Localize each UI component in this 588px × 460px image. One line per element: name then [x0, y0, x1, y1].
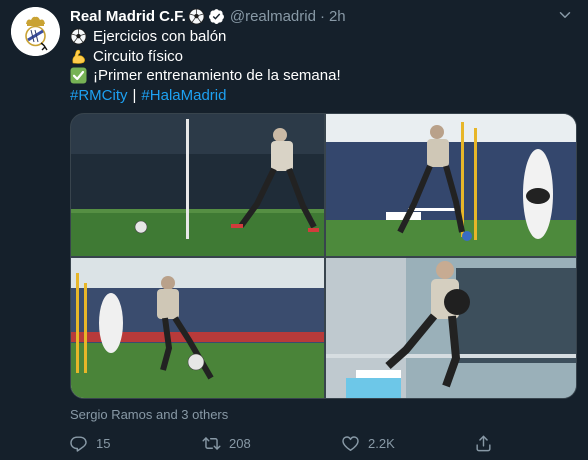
photo-player-carrying-medicine-ball[interactable] — [326, 258, 576, 398]
media-grid — [70, 113, 577, 399]
like-button[interactable]: 2.2K — [341, 429, 395, 457]
retweet-button[interactable]: 208 — [202, 429, 251, 457]
reply-count: 15 — [96, 435, 111, 451]
tweet-line: ¡Primer entrenamiento de la semana! — [70, 66, 570, 86]
verified-badge-icon — [208, 8, 225, 25]
tweet-actions: 15 208 2.2K — [62, 429, 502, 457]
hashtag-line: #RMCity | #HalaMadrid — [70, 86, 570, 106]
hashtag-separator: | — [132, 86, 137, 104]
timestamp[interactable]: 2h — [329, 8, 346, 25]
share-button[interactable] — [474, 429, 493, 457]
tweet-text: Ejercicios con balón Circuito físico ¡Pr… — [70, 27, 570, 105]
hashtag-halamadrid[interactable]: #HalaMadrid — [141, 86, 226, 106]
heart-icon — [342, 435, 359, 451]
retweet-icon — [202, 436, 221, 450]
more-options-button[interactable] — [552, 2, 578, 28]
reply-icon — [70, 435, 87, 452]
reply-button[interactable]: 15 — [69, 429, 110, 457]
check-mark-button-icon — [70, 67, 87, 84]
tweet-line: Ejercicios con balón — [70, 27, 570, 47]
photo-player-dribbling-near-poles[interactable] — [326, 114, 576, 256]
hashtag-rmcity[interactable]: #RMCity — [70, 86, 128, 106]
retweet-count: 208 — [229, 435, 251, 451]
tagged-users[interactable]: Sergio Ramos and 3 others — [70, 407, 228, 422]
avatar[interactable] — [11, 7, 60, 56]
share-icon — [476, 435, 491, 451]
tweet-header: Real Madrid C.F. @realmadrid · 2h — [70, 6, 346, 26]
tweet[interactable]: Real Madrid C.F. @realmadrid · 2h Ejerci… — [0, 0, 588, 460]
tweet-line-text: ¡Primer entrenamiento de la semana! — [93, 67, 341, 84]
photo-player-kicking-ball-on-pitch[interactable] — [71, 114, 324, 256]
chevron-down-icon — [559, 12, 571, 18]
like-count: 2.2K — [368, 435, 395, 451]
tweet-line: Circuito físico — [70, 47, 570, 67]
soccer-ball-icon — [188, 8, 205, 25]
tweet-line-text: Circuito físico — [93, 47, 184, 65]
tweet-line-text: Ejercicios con balón — [93, 28, 227, 45]
flexed-biceps-icon — [70, 48, 87, 65]
handle[interactable]: @realmadrid — [230, 8, 316, 25]
display-name[interactable]: Real Madrid C.F. — [70, 8, 186, 25]
separator-dot: · — [319, 7, 325, 25]
real-madrid-crest-icon — [11, 7, 60, 56]
photo-player-striking-ball[interactable] — [71, 258, 324, 398]
soccer-ball-icon — [70, 28, 87, 45]
